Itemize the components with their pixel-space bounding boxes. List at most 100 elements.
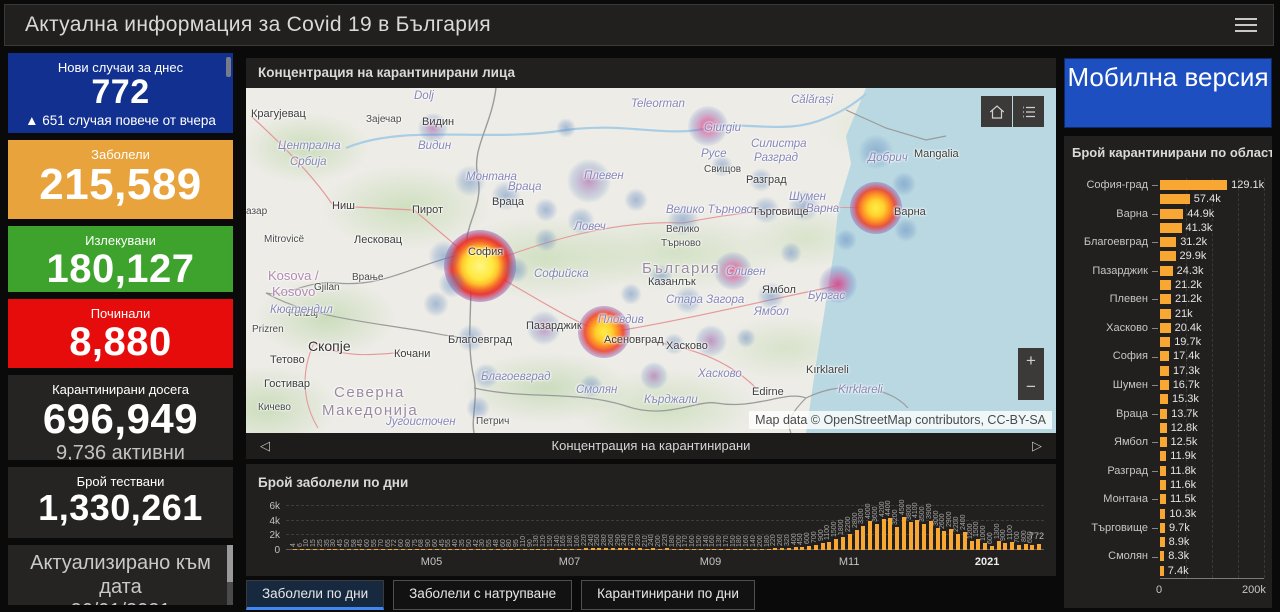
bar[interactable] xyxy=(1003,543,1008,550)
bar[interactable] xyxy=(1160,251,1176,262)
bar[interactable] xyxy=(698,548,703,550)
bar[interactable] xyxy=(590,548,595,550)
bar[interactable] xyxy=(1160,208,1184,219)
hamburger-icon[interactable] xyxy=(1235,18,1257,36)
bar[interactable] xyxy=(1160,380,1169,390)
bar[interactable] xyxy=(759,548,764,550)
bar[interactable] xyxy=(780,548,785,550)
bar[interactable] xyxy=(529,549,534,550)
card-scrollbar-track[interactable] xyxy=(227,545,233,605)
bar[interactable] xyxy=(651,548,656,550)
bar[interactable] xyxy=(475,549,480,550)
bar[interactable] xyxy=(1160,451,1167,462)
bar[interactable] xyxy=(428,549,433,550)
bar[interactable] xyxy=(1160,522,1165,533)
bar[interactable] xyxy=(1160,222,1182,233)
bar[interactable] xyxy=(563,548,568,550)
bar[interactable] xyxy=(387,549,392,550)
bar[interactable] xyxy=(820,543,825,550)
bar[interactable] xyxy=(556,549,561,550)
bar[interactable] xyxy=(1160,537,1165,548)
bar[interactable] xyxy=(516,549,521,550)
bar[interactable] xyxy=(1160,365,1169,376)
bar[interactable] xyxy=(1016,544,1021,550)
bar[interactable] xyxy=(868,520,873,550)
bar[interactable] xyxy=(773,548,778,550)
bar[interactable] xyxy=(874,523,879,550)
tab-daily-cases[interactable]: Заболели по дни xyxy=(246,580,385,610)
bar[interactable] xyxy=(1160,394,1168,405)
bar[interactable] xyxy=(1160,351,1169,362)
bar[interactable] xyxy=(725,548,730,550)
bar[interactable] xyxy=(956,533,961,550)
bar[interactable] xyxy=(834,539,839,550)
quarantine-heatmap[interactable]: Крагујевац Зајечар Видин Видин Централна Срби… xyxy=(246,88,1056,433)
bar[interactable] xyxy=(1160,494,1166,505)
bar[interactable] xyxy=(1160,565,1164,576)
bar[interactable] xyxy=(319,549,324,550)
bar[interactable] xyxy=(1160,408,1168,419)
bar[interactable] xyxy=(901,517,906,550)
bar[interactable] xyxy=(346,549,351,550)
bar[interactable] xyxy=(1160,308,1171,319)
bar[interactable] xyxy=(895,526,900,550)
plus-icon[interactable]: + xyxy=(1018,348,1044,374)
bar[interactable] xyxy=(881,519,886,550)
bar[interactable] xyxy=(813,544,818,550)
bar[interactable] xyxy=(786,547,791,550)
bar[interactable] xyxy=(1160,337,1171,348)
bar[interactable] xyxy=(1160,280,1171,290)
bar[interactable] xyxy=(1160,194,1190,205)
bar[interactable] xyxy=(1160,180,1228,190)
bar[interactable] xyxy=(800,546,805,550)
bar[interactable] xyxy=(922,524,927,550)
bar[interactable] xyxy=(935,528,940,550)
bar[interactable] xyxy=(1160,508,1166,519)
bar[interactable] xyxy=(461,549,466,550)
chevron-left-icon[interactable]: ◁ xyxy=(260,433,270,459)
bar[interactable] xyxy=(468,549,473,550)
card-scrollbar-thumb[interactable] xyxy=(227,545,233,583)
bar[interactable] xyxy=(752,549,757,550)
card-scrollbar-thumb[interactable] xyxy=(226,57,231,77)
bar[interactable] xyxy=(448,549,453,550)
bar[interactable] xyxy=(631,548,636,550)
bar[interactable] xyxy=(678,548,683,550)
bar[interactable] xyxy=(908,522,913,550)
bar[interactable] xyxy=(847,533,852,550)
bar[interactable] xyxy=(360,549,365,550)
bar[interactable] xyxy=(1160,551,1165,562)
bar[interactable] xyxy=(942,530,947,550)
bar[interactable] xyxy=(373,549,378,550)
bar[interactable] xyxy=(989,545,994,550)
bar[interactable] xyxy=(299,549,304,550)
bar[interactable] xyxy=(996,540,1001,550)
bar[interactable] xyxy=(807,545,812,550)
bar[interactable] xyxy=(624,548,629,550)
bar[interactable] xyxy=(766,548,771,550)
bar[interactable] xyxy=(1160,465,1167,476)
bar[interactable] xyxy=(489,549,494,550)
bar[interactable] xyxy=(340,549,345,550)
bar[interactable] xyxy=(1010,541,1015,550)
bar[interactable] xyxy=(577,548,582,550)
bar[interactable] xyxy=(421,549,426,550)
list-icon[interactable] xyxy=(1013,96,1044,127)
bar[interactable] xyxy=(692,548,697,550)
bar[interactable] xyxy=(705,549,710,550)
bar[interactable] xyxy=(597,548,602,550)
bar[interactable] xyxy=(292,549,297,550)
bar[interactable] xyxy=(401,549,406,550)
bar[interactable] xyxy=(353,549,358,550)
bar[interactable] xyxy=(793,547,798,550)
minus-icon[interactable]: − xyxy=(1018,374,1044,400)
bar[interactable] xyxy=(658,548,663,550)
bar[interactable] xyxy=(1160,422,1167,433)
bar[interactable] xyxy=(1160,322,1171,333)
bar[interactable] xyxy=(455,549,460,550)
bar[interactable] xyxy=(509,549,514,550)
bar[interactable] xyxy=(434,549,439,550)
home-icon[interactable] xyxy=(981,96,1012,127)
bar[interactable] xyxy=(522,549,527,550)
bar[interactable] xyxy=(1160,437,1167,448)
